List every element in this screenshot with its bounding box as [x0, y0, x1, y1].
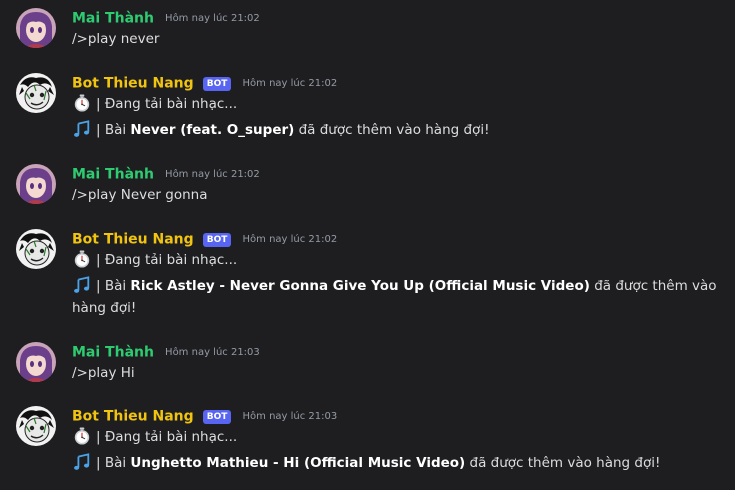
message-text: />play Never gonna — [72, 187, 208, 203]
message-line: | Đang tải bài nhạc... — [72, 93, 721, 115]
author-name[interactable]: Mai Thành — [72, 11, 154, 27]
added-prefix: | Bài — [96, 278, 131, 294]
music-notes-icon — [72, 276, 92, 294]
message-line: | Bài Never (feat. O_super) đã được thêm… — [72, 119, 721, 141]
avatar[interactable] — [16, 73, 56, 113]
message-header: Bot Thieu Nang BOT Hôm nay lúc 21:02 — [72, 229, 337, 249]
stopwatch-icon — [72, 427, 92, 445]
chat-message-list: Mai Thành Hôm nay lúc 21:02 />play never… — [0, 0, 735, 490]
author-name[interactable]: Bot Thieu Nang — [72, 232, 194, 248]
music-notes-icon — [72, 120, 92, 138]
author-name[interactable]: Bot Thieu Nang — [72, 409, 194, 425]
added-prefix: | Bài — [96, 122, 131, 138]
bot-tag: BOT — [202, 409, 232, 424]
timestamp: Hôm nay lúc 21:02 — [242, 78, 338, 89]
message-line: | Bài Unghetto Mathieu - Hi (Official Mu… — [72, 452, 721, 474]
avatar[interactable] — [16, 342, 56, 382]
loading-text: | Đang tải bài nhạc... — [96, 96, 238, 112]
avatar[interactable] — [16, 229, 56, 269]
added-suffix: đã được thêm vào hàng đợi! — [294, 122, 490, 138]
message-line: | Đang tải bài nhạc... — [72, 426, 721, 448]
added-prefix: | Bài — [96, 455, 131, 471]
message-header: Bot Thieu Nang BOT Hôm nay lúc 21:03 — [72, 406, 337, 426]
author-name[interactable]: Mai Thành — [72, 345, 154, 361]
message-line: | Đang tải bài nhạc... — [72, 249, 721, 271]
message-line: | Bài Rick Astley - Never Gonna Give You… — [72, 275, 721, 319]
song-title: Never (feat. O_super) — [130, 122, 295, 138]
message-header: Mai Thành Hôm nay lúc 21:02 — [72, 164, 260, 184]
timestamp: Hôm nay lúc 21:03 — [242, 411, 338, 422]
song-title: Rick Astley - Never Gonna Give You Up (O… — [130, 278, 590, 294]
author-name[interactable]: Bot Thieu Nang — [72, 76, 194, 92]
loading-text: | Đang tải bài nhạc... — [96, 429, 238, 445]
message-text: />play never — [72, 31, 160, 47]
message-text: />play Hi — [72, 365, 135, 381]
timestamp: Hôm nay lúc 21:02 — [165, 13, 260, 24]
avatar[interactable] — [16, 406, 56, 446]
song-title: Unghetto Mathieu - Hi (Official Music Vi… — [130, 455, 466, 471]
bot-tag: BOT — [202, 76, 232, 91]
author-name[interactable]: Mai Thành — [72, 167, 154, 183]
added-suffix: đã được thêm vào hàng đợi! — [465, 455, 661, 471]
timestamp: Hôm nay lúc 21:02 — [165, 169, 260, 180]
timestamp: Hôm nay lúc 21:02 — [242, 234, 338, 245]
stopwatch-icon — [72, 94, 92, 112]
avatar[interactable] — [16, 164, 56, 204]
timestamp: Hôm nay lúc 21:03 — [165, 347, 260, 358]
avatar[interactable] — [16, 8, 56, 48]
loading-text: | Đang tải bài nhạc... — [96, 252, 238, 268]
music-notes-icon — [72, 453, 92, 471]
stopwatch-icon — [72, 250, 92, 268]
message-header: Bot Thieu Nang BOT Hôm nay lúc 21:02 — [72, 73, 337, 93]
bot-tag: BOT — [202, 232, 232, 247]
message-header: Mai Thành Hôm nay lúc 21:03 — [72, 342, 260, 362]
message-header: Mai Thành Hôm nay lúc 21:02 — [72, 8, 260, 28]
